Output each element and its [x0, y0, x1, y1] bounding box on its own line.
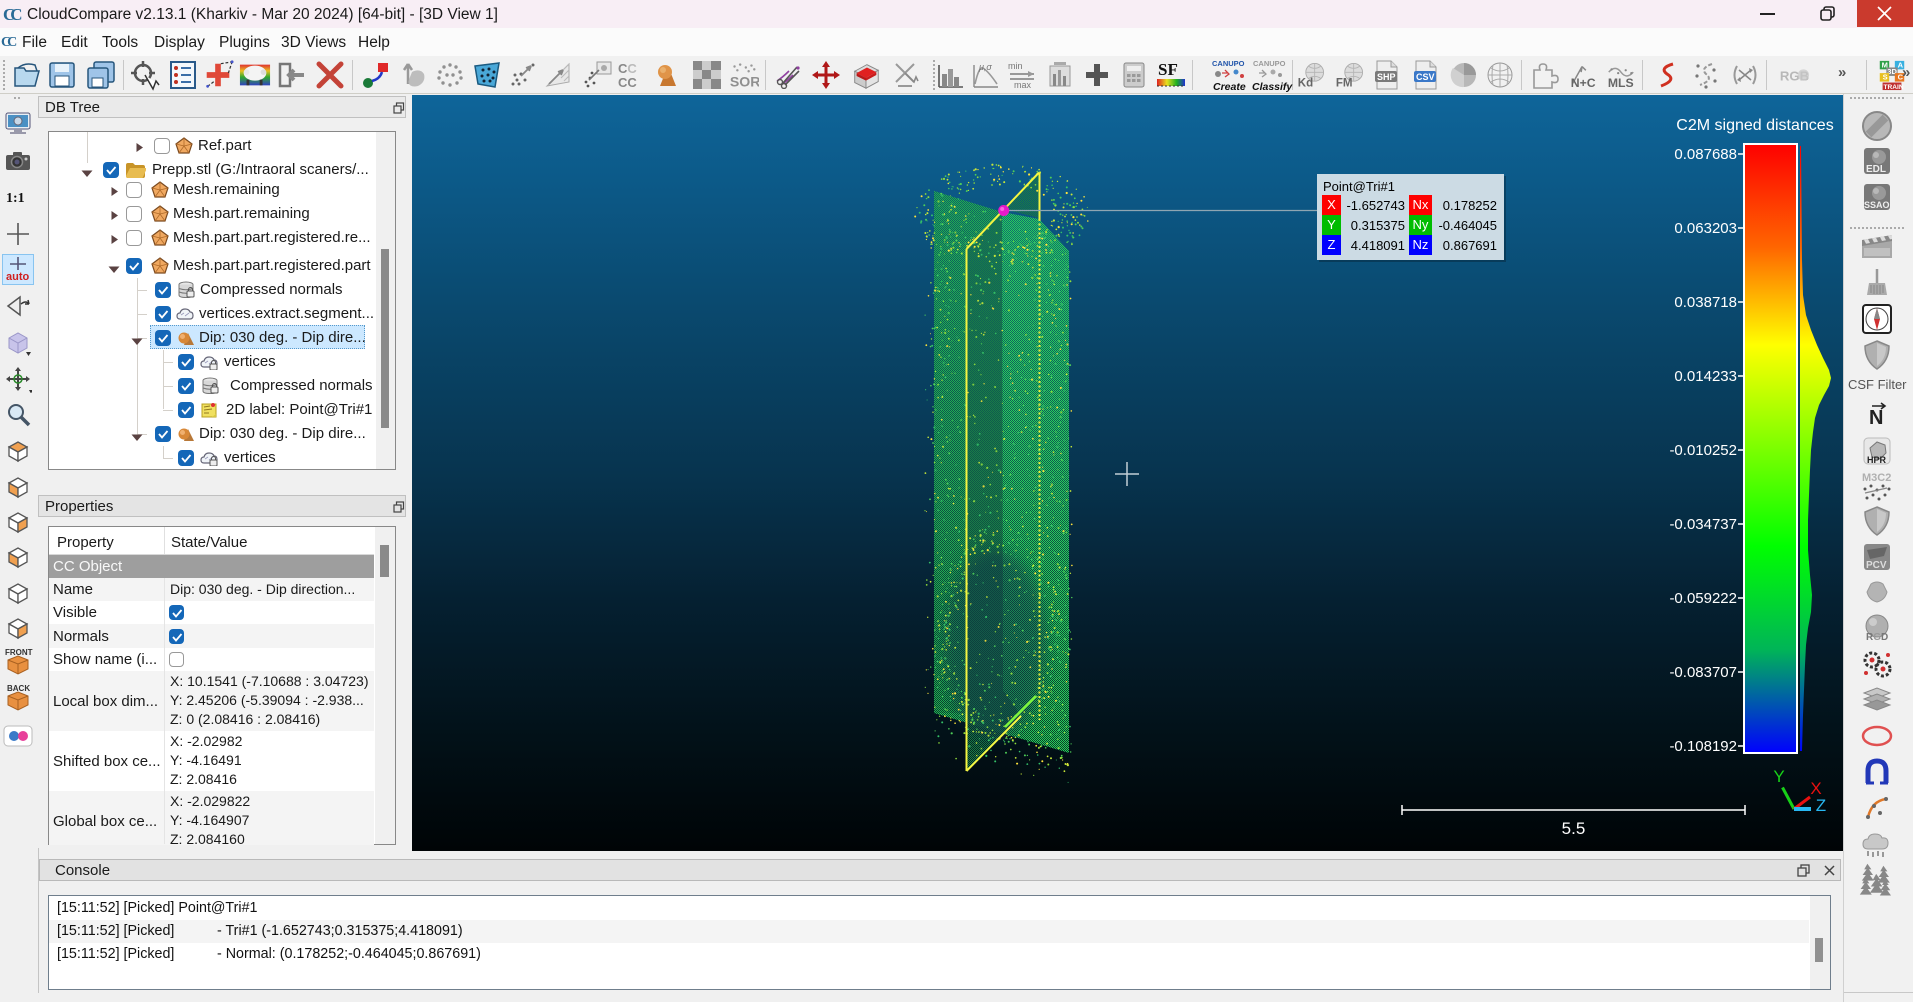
svg-text:N: N [1869, 407, 1883, 429]
svg-text:-0.059222: -0.059222 [1669, 590, 1737, 607]
svg-text:SSAO: SSAO [1864, 200, 1890, 210]
svg-text:0.063203: 0.063203 [1674, 220, 1737, 237]
svg-text:TRAIN: TRAIN [1884, 84, 1904, 91]
svg-text:5.5: 5.5 [1562, 819, 1586, 838]
svg-text:CC: CC [618, 61, 637, 76]
svg-text:FRONT: FRONT [5, 648, 33, 657]
svg-text:-0.083707: -0.083707 [1669, 664, 1737, 681]
svg-text:CANUPO: CANUPO [1212, 59, 1245, 68]
svg-text:FM: FM [1336, 78, 1353, 90]
svg-text:CC: CC [618, 75, 637, 90]
svg-text:CC: CC [1, 35, 17, 49]
svg-text:0.087688: 0.087688 [1674, 146, 1737, 163]
svg-text:auto: auto [6, 271, 30, 283]
svg-text:-0.010252: -0.010252 [1669, 442, 1737, 459]
svg-text:μ,σ: μ,σ [978, 62, 992, 72]
svg-text:BACK: BACK [7, 684, 30, 693]
svg-text:PCV: PCV [1866, 560, 1887, 571]
svg-text:S: S [1883, 73, 1888, 82]
svg-text:SOR: SOR [730, 73, 759, 89]
svg-text:min: min [1008, 61, 1023, 71]
svg-text:CANUPO: CANUPO [1253, 59, 1286, 68]
svg-text:RGD: RGD [1866, 632, 1888, 643]
svg-text:CC: CC [3, 6, 21, 23]
svg-text:CSV: CSV [1416, 72, 1435, 82]
svg-text:N+C: N+C [1571, 76, 1596, 90]
svg-text:SF: SF [1158, 60, 1178, 79]
svg-text:SHP: SHP [1377, 72, 1396, 82]
svg-text:MLS: MLS [1608, 76, 1634, 90]
svg-text:Classify: Classify [1252, 81, 1293, 92]
svg-text:Y: Y [1773, 767, 1784, 786]
svg-text:0.038718: 0.038718 [1674, 294, 1737, 311]
svg-text:-0.034737: -0.034737 [1669, 516, 1737, 533]
svg-text:C2M signed distances: C2M signed distances [1676, 117, 1833, 134]
svg-text:EDL: EDL [1866, 164, 1886, 175]
svg-text:max: max [1014, 80, 1032, 90]
svg-text:Create: Create [1213, 81, 1246, 92]
svg-text:Z: Z [1816, 796, 1826, 815]
svg-text:-0.108192: -0.108192 [1669, 738, 1737, 755]
svg-text:1:1: 1:1 [6, 191, 25, 205]
svg-text:0.014233: 0.014233 [1674, 368, 1737, 385]
svg-text:M3C2: M3C2 [1862, 472, 1891, 484]
svg-text:HPR: HPR [1867, 455, 1887, 465]
svg-text:Kd: Kd [1298, 78, 1313, 90]
